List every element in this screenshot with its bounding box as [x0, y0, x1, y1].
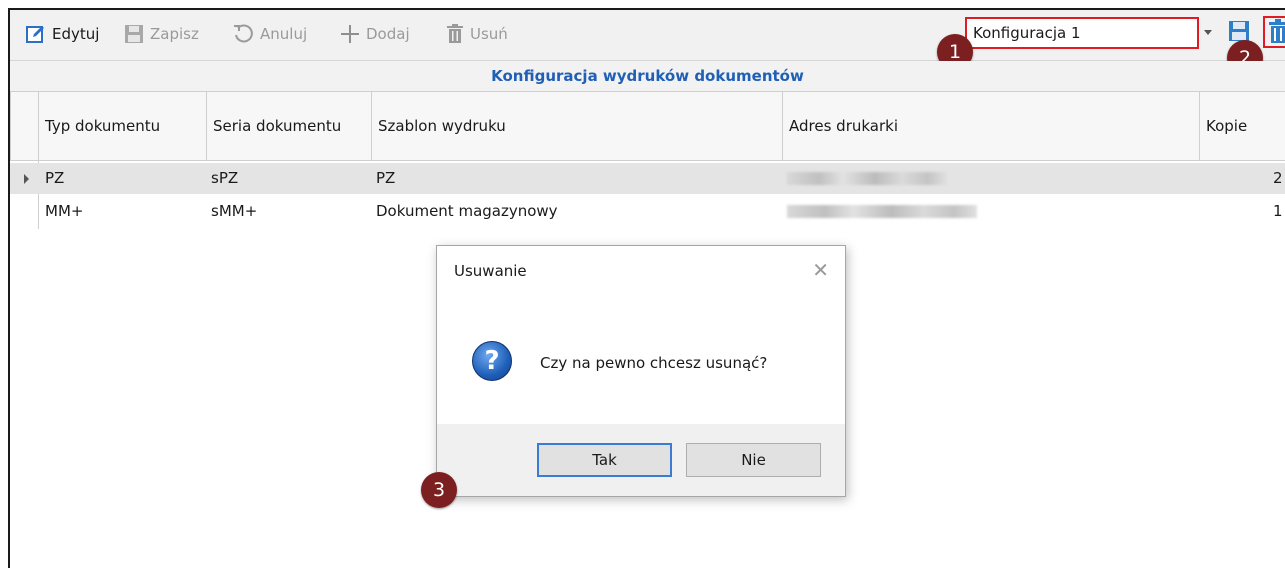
row-pointer-icon — [24, 174, 29, 184]
plus-icon — [341, 25, 359, 43]
cell-typ: PZ — [45, 169, 65, 187]
no-button[interactable]: Nie — [686, 443, 821, 477]
row-indicator-header — [10, 92, 38, 160]
delete-confirm-dialog: Usuwanie ✕ ? Czy na pewno chcesz usunąć?… — [436, 245, 846, 497]
cell-kopie: 2 — [1273, 169, 1283, 187]
close-icon[interactable]: ✕ — [812, 260, 829, 280]
cell-szablon: PZ — [376, 169, 396, 187]
column-header-adres[interactable]: Adres drukarki — [782, 92, 1199, 160]
table-row[interactable]: MM+ sMM+ Dokument magazynowy 1 — [10, 196, 1285, 227]
cancel-label: Anuluj — [260, 25, 308, 43]
undo-icon — [234, 24, 253, 43]
add-label: Dodaj — [366, 25, 410, 43]
trash-icon — [1269, 19, 1285, 43]
delete-button[interactable]: Usuń — [446, 22, 508, 46]
floppy-icon — [1229, 21, 1249, 41]
cell-kopie: 1 — [1273, 202, 1283, 220]
cell-seria: sMM+ — [211, 202, 258, 220]
cell-seria: sPZ — [211, 169, 239, 187]
configuration-select[interactable]: Konfiguracja 1 — [965, 17, 1199, 49]
cell-typ: MM+ — [45, 202, 84, 220]
cell-szablon: Dokument magazynowy — [376, 202, 558, 220]
edit-button[interactable]: Edytuj — [26, 22, 99, 46]
configuration-value: Konfiguracja 1 — [973, 24, 1081, 42]
cancel-button[interactable]: Anuluj — [232, 22, 307, 46]
edit-label: Edytuj — [52, 25, 100, 43]
dialog-message: Czy na pewno chcesz usunąć? — [540, 354, 768, 372]
grid-title: Konfiguracja wydruków dokumentów — [10, 61, 1285, 92]
save-button[interactable]: Zapisz — [124, 22, 199, 46]
column-header-szablon[interactable]: Szablon wydruku — [371, 92, 782, 160]
grid-header: Typ dokumentu Seria dokumentu Szablon wy… — [10, 92, 1285, 161]
question-icon: ? — [472, 341, 512, 381]
column-header-seria[interactable]: Seria dokumentu — [206, 92, 371, 160]
blurred-printer-address — [787, 172, 947, 185]
blurred-printer-address — [787, 205, 977, 218]
delete-label: Usuń — [470, 25, 508, 43]
column-header-typ[interactable]: Typ dokumentu — [38, 92, 206, 160]
chevron-down-icon[interactable] — [1204, 30, 1212, 35]
add-button[interactable]: Dodaj — [340, 22, 410, 46]
delete-configuration-button[interactable] — [1263, 16, 1285, 48]
table-row[interactable]: PZ sPZ PZ 2 — [10, 163, 1285, 194]
column-header-kopie[interactable]: Kopie — [1199, 92, 1285, 160]
yes-button[interactable]: Tak — [537, 443, 672, 477]
callout-marker-3: 3 — [421, 472, 457, 508]
dialog-title: Usuwanie — [454, 262, 527, 280]
save-label: Zapisz — [150, 25, 199, 43]
edit-icon — [26, 26, 44, 43]
trash-icon — [447, 24, 463, 43]
floppy-icon — [125, 25, 143, 43]
